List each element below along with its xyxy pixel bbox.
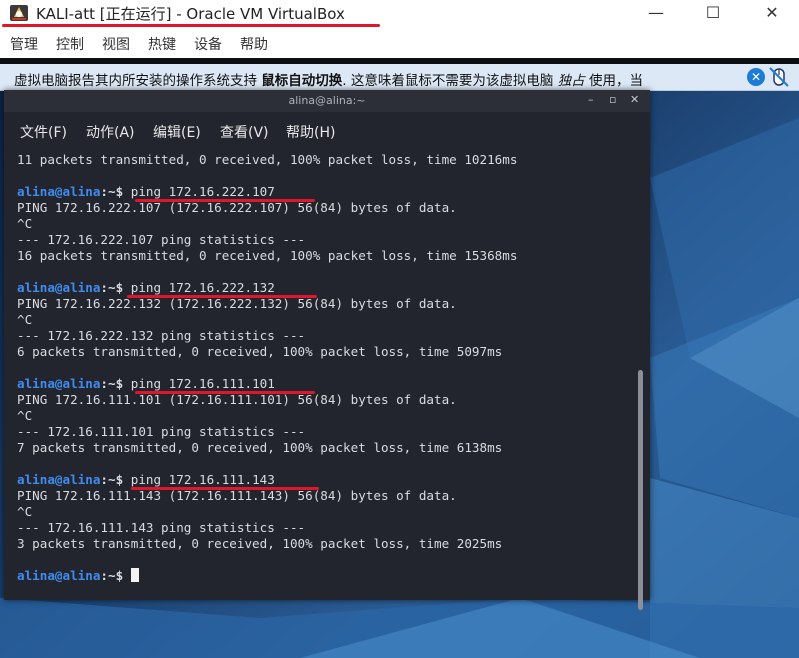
desktop-wallpaper — [650, 118, 799, 658]
prompt-path: :~$ — [100, 184, 131, 199]
notification-text-3: 使用，当 — [584, 73, 643, 89]
terminal-scrollbar[interactable] — [638, 370, 643, 610]
close-button[interactable]: ✕ — [754, 2, 790, 24]
terminal-title: alina@alina:~ — [288, 94, 366, 107]
output-line: 3 packets transmitted, 0 received, 100% … — [17, 536, 503, 551]
terminal-menu-help[interactable]: 帮助(H) — [286, 122, 335, 142]
menu-view[interactable]: 视图 — [102, 34, 130, 54]
output-line: --- 172.16.222.132 ping statistics --- — [17, 328, 306, 343]
command-text: ping 172.16.222.107 — [130, 184, 275, 199]
output-line: PING 172.16.222.132 (172.16.222.132) 56(… — [17, 296, 457, 311]
prompt-user: alina@alina — [17, 472, 101, 487]
output-line: 7 packets transmitted, 0 received, 100% … — [17, 440, 503, 455]
terminal-menu-edit[interactable]: 编辑(E) — [153, 122, 201, 142]
window-titlebar: KALI-att [正在运行] - Oracle VM VirtualBox —… — [0, 0, 799, 28]
output-line: 6 packets transmitted, 0 received, 100% … — [17, 344, 503, 359]
desktop-wallpaper-bottom — [0, 598, 799, 658]
virtualbox-app-icon — [10, 5, 28, 21]
output-line: ^C — [17, 408, 33, 423]
menubar: 管理 控制 视图 热键 设备 帮助 — [0, 28, 799, 58]
prompt-line: alina@alina:~$ ping 172.16.111.143 — [17, 472, 275, 488]
terminal-window[interactable]: alina@alina:~ – ▫ ✕ 文件(F) 动作(A) 编辑(E) 查看… — [4, 90, 650, 610]
terminal-menubar: 文件(F) 动作(A) 编辑(E) 查看(V) 帮助(H) — [4, 112, 650, 142]
notification-text-2: . 这意味着鼠标不需要为该虚拟电脑 — [342, 73, 558, 89]
text-cursor — [130, 568, 139, 582]
prompt-line: alina@alina:~$ ping 172.16.222.132 — [17, 280, 275, 296]
output-line: --- 172.16.222.107 ping statistics --- — [17, 232, 306, 247]
prompt-path: :~$ — [100, 472, 131, 487]
command-text: ping 172.16.222.132 — [130, 280, 275, 295]
terminal-menu-view[interactable]: 查看(V) — [220, 122, 269, 142]
terminal-menu-file[interactable]: 文件(F) — [20, 122, 67, 142]
output-line: --- 172.16.111.143 ping statistics --- — [17, 520, 306, 535]
mouse-integration-icon[interactable] — [768, 66, 790, 88]
output-line: PING 172.16.111.101 (172.16.111.101) 56(… — [17, 392, 457, 407]
notification-italic-text: 独占 — [557, 73, 585, 89]
terminal-close-icon[interactable]: ✕ — [630, 93, 639, 106]
terminal-output[interactable]: 11 packets transmitted, 0 received, 100%… — [17, 152, 642, 600]
output-line: ^C — [17, 504, 33, 519]
menu-hotkey[interactable]: 热键 — [148, 34, 176, 54]
notification-text-1: 虚拟电脑报告其内所安装的操作系统支持 — [14, 73, 262, 89]
terminal-menu-actions[interactable]: 动作(A) — [86, 122, 135, 142]
output-line: ^C — [17, 216, 33, 231]
prompt-user: alina@alina — [17, 376, 101, 391]
terminal-maximize-icon[interactable]: ▫ — [609, 93, 616, 106]
menu-control[interactable]: 控制 — [56, 34, 84, 54]
minimize-button[interactable]: — — [638, 2, 674, 24]
window-title: KALI-att [正在运行] - Oracle VM VirtualBox — [36, 5, 345, 23]
output-line: PING 172.16.111.143 (172.16.111.143) 56(… — [17, 488, 457, 503]
terminal-titlebar: alina@alina:~ – ▫ ✕ — [4, 90, 650, 112]
title-red-underline — [2, 24, 380, 27]
terminal-minimize-icon[interactable]: – — [588, 93, 594, 106]
notification-bold-text: 鼠标自动切换 — [261, 73, 343, 89]
prompt-path: :~$ — [100, 568, 131, 583]
prompt-user: alina@alina — [17, 568, 101, 583]
prompt-line: alina@alina:~$ ping 172.16.222.107 — [17, 184, 275, 200]
menu-help[interactable]: 帮助 — [240, 34, 268, 54]
mouse-integration-notification: 虚拟电脑报告其内所安装的操作系统支持 鼠标自动切换. 这意味着鼠标不需要为该虚拟… — [0, 64, 799, 91]
output-line: 11 packets transmitted, 0 received, 100%… — [17, 152, 518, 167]
menu-manage[interactable]: 管理 — [10, 34, 38, 54]
output-line: PING 172.16.222.107 (172.16.222.107) 56(… — [17, 200, 457, 215]
prompt-user: alina@alina — [17, 184, 101, 199]
output-line: 16 packets transmitted, 0 received, 100%… — [17, 248, 518, 263]
current-prompt-line[interactable]: alina@alina:~$ — [17, 568, 139, 584]
command-text: ping 172.16.111.101 — [130, 376, 275, 391]
notification-close-icon[interactable]: ✕ — [747, 68, 765, 86]
maximize-button[interactable]: ☐ — [695, 2, 731, 24]
menu-devices[interactable]: 设备 — [194, 34, 222, 54]
prompt-line: alina@alina:~$ ping 172.16.111.101 — [17, 376, 275, 392]
vm-display[interactable]: 虚拟电脑报告其内所安装的操作系统支持 鼠标自动切换. 这意味着鼠标不需要为该虚拟… — [0, 58, 799, 658]
notification-text: 虚拟电脑报告其内所安装的操作系统支持 鼠标自动切换. 这意味着鼠标不需要为该虚拟… — [14, 69, 643, 89]
output-line: ^C — [17, 312, 33, 327]
command-text: ping 172.16.111.143 — [130, 472, 275, 487]
output-line: --- 172.16.111.101 ping statistics --- — [17, 424, 306, 439]
prompt-path: :~$ — [100, 280, 131, 295]
prompt-user: alina@alina — [17, 280, 101, 295]
prompt-path: :~$ — [100, 376, 131, 391]
